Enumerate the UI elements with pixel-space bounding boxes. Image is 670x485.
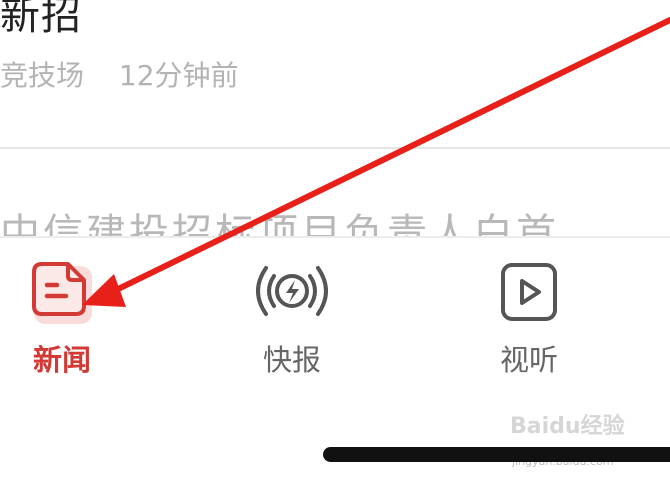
annotation-arrow — [82, 17, 670, 307]
home-indicator[interactable] — [323, 447, 670, 462]
baidu-watermark: Baidu经验 — [510, 414, 625, 439]
